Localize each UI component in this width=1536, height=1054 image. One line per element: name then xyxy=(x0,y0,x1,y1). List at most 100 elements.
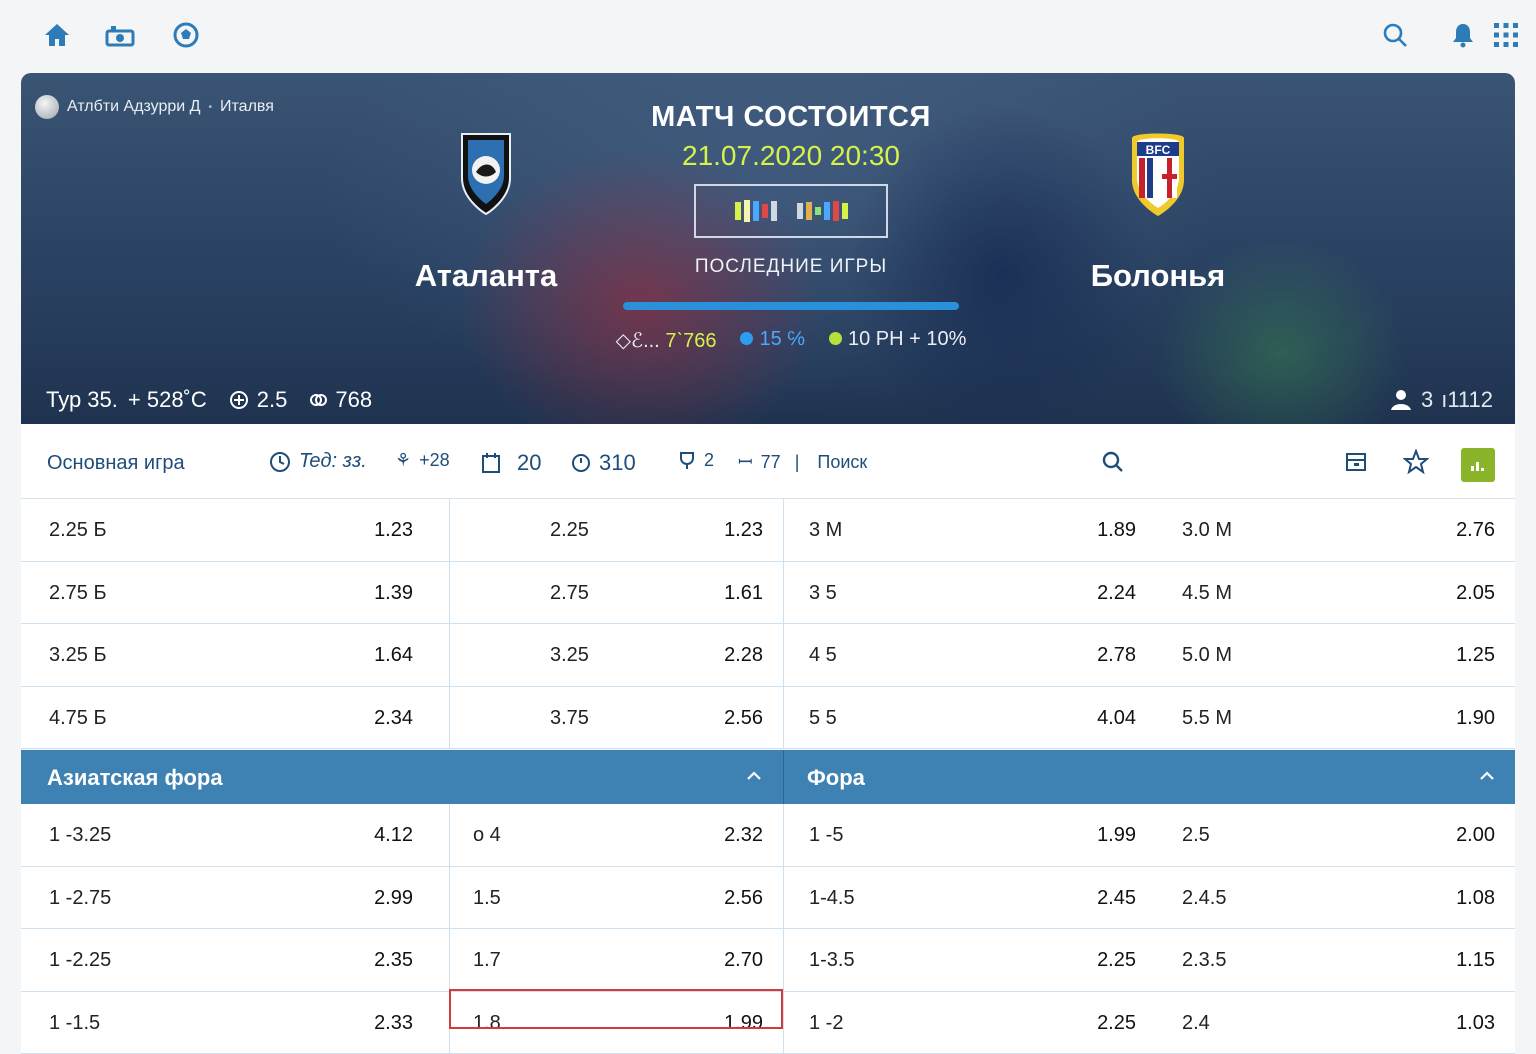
chevron-up-icon[interactable] xyxy=(746,768,762,784)
plus-circle-icon xyxy=(229,390,249,410)
odd-value[interactable]: 2.56 xyxy=(724,887,763,910)
globe-icon xyxy=(35,95,59,119)
odd-value[interactable]: 1.15 xyxy=(1456,949,1495,972)
home-team-name: Аталанта xyxy=(376,258,596,294)
outcome-label: 2.5 xyxy=(1182,824,1210,847)
market-row: 1 -3.254.12о 42.321 -51.992.52.00 xyxy=(21,804,1515,867)
odd-value[interactable]: 2.25 xyxy=(1097,949,1136,972)
odd-value[interactable]: 1.03 xyxy=(1456,1012,1495,1035)
form-bar xyxy=(797,203,803,219)
recent-form-chart[interactable] xyxy=(694,184,888,238)
odd-value[interactable]: 1.61 xyxy=(724,582,763,605)
odd-value[interactable]: 2.35 xyxy=(374,949,413,972)
outcome-label: 1.5 xyxy=(473,887,501,910)
away-team[interactable]: BFC Болонья xyxy=(1048,128,1268,294)
total-goals: 2.5 xyxy=(229,387,288,413)
bars-icon: ꟷ xyxy=(738,450,753,474)
odd-value[interactable]: 2.70 xyxy=(724,949,763,972)
form-bar xyxy=(842,203,848,219)
filter-time[interactable]: Teд: зз. xyxy=(269,450,367,473)
round-label: Тур 35. xyxy=(46,387,118,413)
breadcrumb-league[interactable]: Атлбти Адзурри Д xyxy=(67,98,201,116)
bell-icon[interactable] xyxy=(1448,20,1478,50)
odd-value[interactable]: 2.05 xyxy=(1456,582,1495,605)
outcome-label: 5.5 М xyxy=(1182,707,1232,730)
odd-value[interactable]: 2.76 xyxy=(1456,519,1495,542)
calendar-icon xyxy=(481,452,501,474)
odd-value[interactable]: 2.00 xyxy=(1456,824,1495,847)
outcome-label: 2.25 Б xyxy=(49,519,107,542)
breadcrumb-separator: • xyxy=(209,102,213,113)
odd-value[interactable]: 1.08 xyxy=(1456,887,1495,910)
form-bar xyxy=(806,202,812,220)
stadium-icon[interactable] xyxy=(105,20,135,50)
odd-value[interactable]: 1.90 xyxy=(1456,707,1495,730)
odd-value[interactable]: 2.56 xyxy=(724,707,763,730)
outcome-label: 1 -2.75 xyxy=(49,887,111,910)
form-bar xyxy=(762,204,768,218)
outcome-label: 1.7 xyxy=(473,949,501,972)
tab-main-game[interactable]: Основная игра xyxy=(47,452,185,475)
odd-value[interactable]: 2.33 xyxy=(374,1012,413,1035)
odd-value[interactable]: 2.32 xyxy=(724,824,763,847)
stat-percent: 15 ℅ xyxy=(740,328,805,353)
away-team-name: Болонья xyxy=(1048,258,1268,294)
thermo-icon: ⚘ xyxy=(395,450,411,471)
odd-value[interactable]: 2.34 xyxy=(374,707,413,730)
apps-grid-icon[interactable] xyxy=(1491,20,1521,50)
odd-value[interactable]: 2.78 xyxy=(1097,644,1136,667)
selected-odd-highlight xyxy=(449,989,783,1029)
odd-value[interactable]: 2.25 xyxy=(1097,1012,1136,1035)
chevron-up-icon[interactable] xyxy=(1479,768,1495,784)
totals-market-table: 2.25 Б1.232.251.233 М1.893.0 М2.762.75 Б… xyxy=(21,499,1515,749)
atalanta-crest-icon xyxy=(456,128,516,220)
match-stats: ◇ℰ... 7ˋ766 15 ℅ 10 РН + 10% xyxy=(611,328,971,353)
filter-timer[interactable]: 310 xyxy=(571,450,636,476)
outcome-label: 3.25 xyxy=(550,644,589,667)
odd-value[interactable]: 1.99 xyxy=(1097,824,1136,847)
outcome-label: 1-4.5 xyxy=(809,887,855,910)
odd-value[interactable]: 1.25 xyxy=(1456,644,1495,667)
clock-icon xyxy=(269,451,291,473)
filter-temp[interactable]: ⚘+28 xyxy=(395,450,450,471)
stats-chart-button[interactable] xyxy=(1461,448,1495,482)
odd-value[interactable]: 4.04 xyxy=(1097,707,1136,730)
stat-views: ◇ℰ... 7ˋ766 xyxy=(616,328,717,353)
timer-icon xyxy=(571,453,591,473)
market-row: 1 -2.75 2.99 1.5 2.56 1-4.5 2.45 2.4.5 1.08 xyxy=(21,867,1515,930)
svg-text:BFC: BFC xyxy=(1146,143,1171,157)
search-icon[interactable] xyxy=(1380,20,1410,50)
odd-value[interactable]: 2.45 xyxy=(1097,887,1136,910)
outcome-label: 2.4 xyxy=(1182,1012,1210,1035)
last-games-label[interactable]: ПОСЛЕДНИЕ ИГРЫ xyxy=(611,256,971,278)
breadcrumb-country[interactable]: Италвя xyxy=(220,98,274,116)
home-icon[interactable] xyxy=(42,20,72,50)
odd-value[interactable]: 1.23 xyxy=(724,519,763,542)
form-bar xyxy=(735,202,741,220)
layout-toggle-icon[interactable] xyxy=(1342,448,1370,476)
outcome-label: 2.4.5 xyxy=(1182,887,1226,910)
odd-value[interactable]: 1.89 xyxy=(1097,519,1136,542)
odd-value[interactable]: 1.64 xyxy=(374,644,413,667)
market-search-icon[interactable] xyxy=(1099,448,1127,476)
odd-value[interactable]: 2.24 xyxy=(1097,582,1136,605)
market-row: 1 -2.252.351.72.701-3.52.252.3.51.15 xyxy=(21,929,1515,992)
green-dot-icon xyxy=(829,332,842,345)
section-asian-handicap[interactable]: Азиатская фора xyxy=(47,765,223,791)
home-team[interactable]: Аталанта xyxy=(376,128,596,294)
filter-stats[interactable]: ꟷ77 | Поиск xyxy=(738,450,867,474)
odd-value[interactable]: 1.23 xyxy=(374,519,413,542)
outcome-label: 2.75 xyxy=(550,582,589,605)
viewers-info: 3 ı1112 xyxy=(1389,387,1493,413)
section-handicap[interactable]: Фора xyxy=(807,765,865,791)
favorite-star-icon[interactable] xyxy=(1402,448,1430,476)
filter-cup[interactable]: 2 xyxy=(678,450,714,471)
outcome-label: 5 5 xyxy=(809,707,837,730)
football-icon[interactable] xyxy=(171,20,201,50)
outcome-label: 1-3.5 xyxy=(809,949,855,972)
odd-value[interactable]: 2.28 xyxy=(724,644,763,667)
odd-value[interactable]: 1.39 xyxy=(374,582,413,605)
odd-value[interactable]: 2.99 xyxy=(374,887,413,910)
odd-value[interactable]: 4.12 xyxy=(374,824,413,847)
filter-calendar[interactable]: 20 xyxy=(481,450,541,476)
